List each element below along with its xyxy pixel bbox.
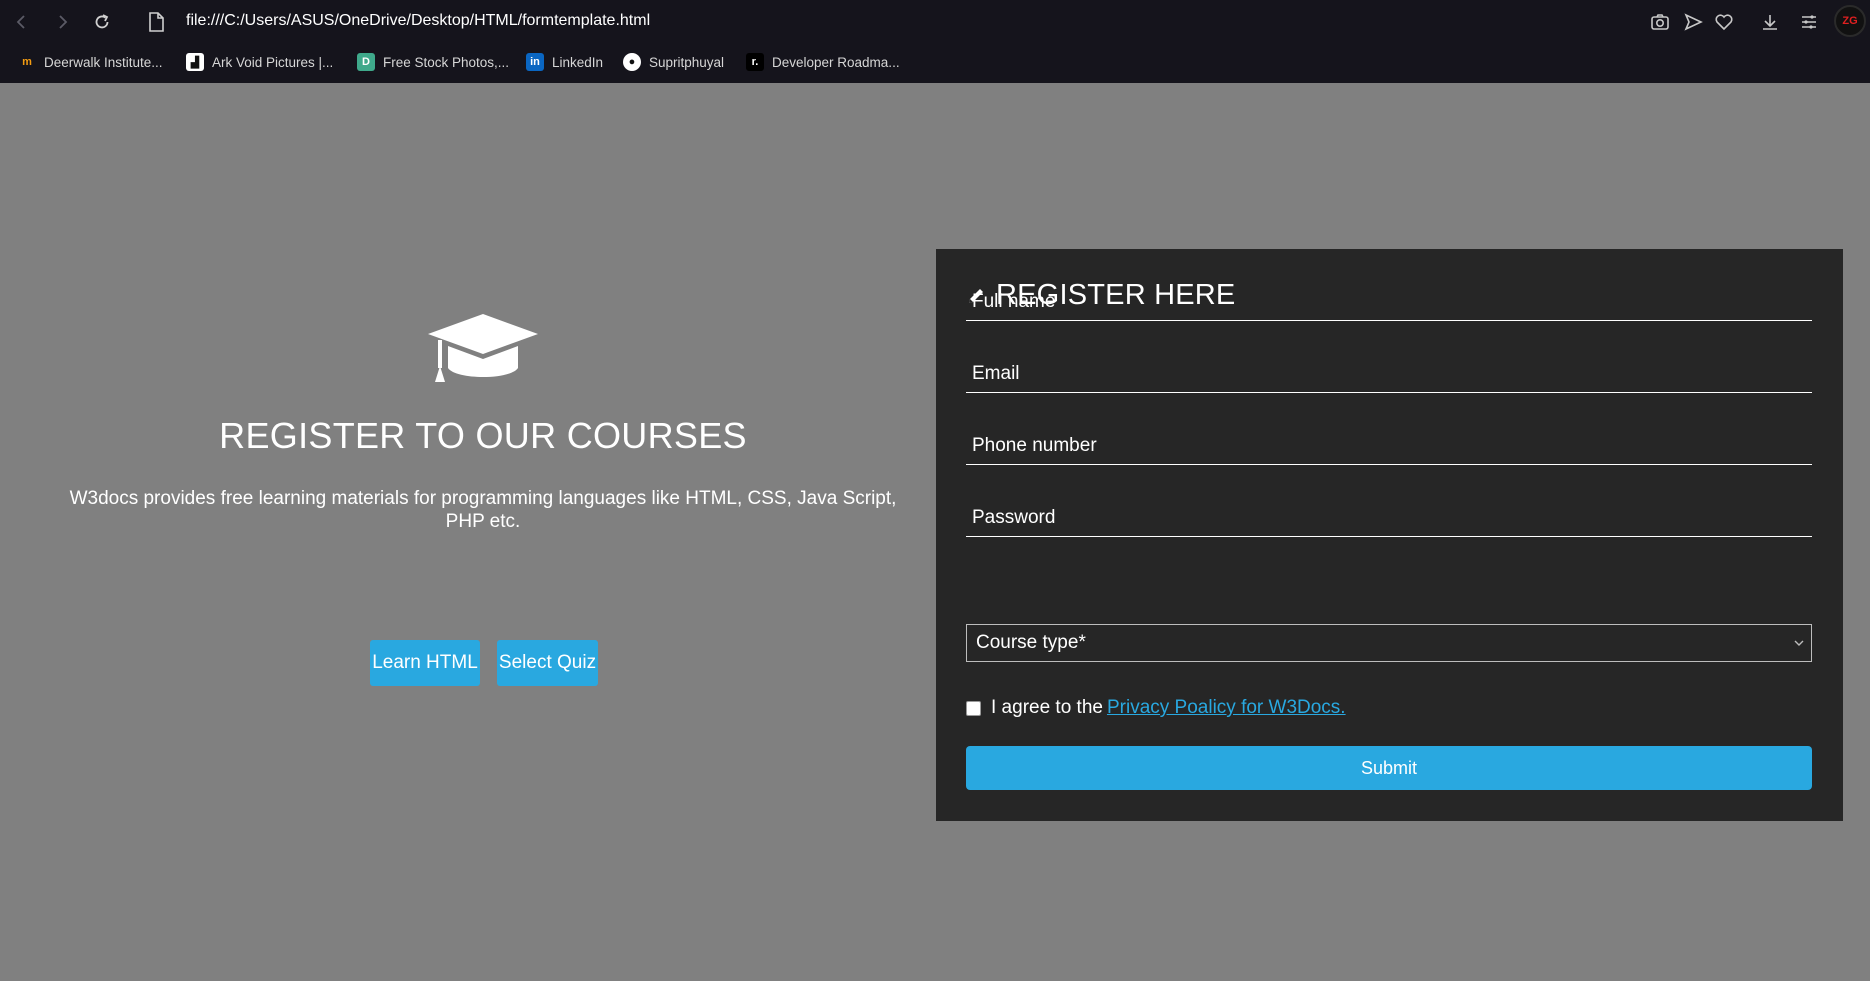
submit-button[interactable]: Submit [966,746,1812,790]
send-button[interactable] [1681,10,1705,34]
browser-navbar: file:///C:/Users/ASUS/OneDrive/Desktop/H… [0,0,1870,44]
bookmark-label: Supritphuyal [649,54,725,70]
deerwalk-icon: m [22,56,32,68]
settings-menu-icon [1802,15,1816,29]
email-input[interactable] [966,355,1812,392]
heart-icon [1715,14,1733,31]
agree-text: I agree to the [991,697,1103,718]
send-icon [1684,13,1703,31]
learn-html-button[interactable]: Learn HTML [370,640,480,686]
bookmark-item[interactable]: D Free Stock Photos,... [357,50,509,74]
chevron-down-icon [1794,640,1804,646]
page-file-icon [146,11,166,33]
phone-input[interactable] [966,427,1812,464]
bookmark-item[interactable]: ● Supritphuyal [623,50,724,74]
back-arrow-icon [16,15,25,29]
course-type-select[interactable]: Course type* [966,624,1812,662]
arkvoid-icon: ▟ [186,53,204,71]
select-quiz-button[interactable]: Select Quiz [497,640,598,686]
download-icon [1763,15,1777,30]
bookmark-item[interactable]: in LinkedIn [526,50,603,74]
browser-chrome: file:///C:/Users/ASUS/OneDrive/Desktop/H… [0,0,1870,83]
register-panel: REGISTER HERE Course type* I agree to th… [936,249,1843,821]
agree-checkbox[interactable] [966,700,981,716]
bookmark-item[interactable]: ▟ Ark Void Pictures |... [186,50,333,74]
password-field [966,499,1812,537]
phone-field [966,427,1812,465]
reload-icon [95,14,109,29]
bookmark-item[interactable]: r. Developer Roadma... [746,50,900,74]
bookmark-label: Ark Void Pictures |... [212,54,334,70]
fullname-field [966,283,1812,321]
agree-row: I agree to the Privacy Poalicy for W3Docs… [966,697,1346,719]
camera-icon [1651,14,1669,30]
bookmark-label: LinkedIn [552,54,604,70]
screenshot-button[interactable] [1648,10,1672,34]
menu-button[interactable] [1797,10,1821,34]
back-button[interactable] [10,10,34,34]
reload-button[interactable] [90,10,114,34]
roadmap-icon: r. [746,53,764,71]
forward-arrow-icon [59,15,68,29]
course-type-value: Course type* [976,632,1086,653]
github-icon: ● [623,53,641,71]
hero-description: W3docs provides free learning materials … [69,488,897,532]
privacy-policy-link[interactable]: Privacy Poalicy for W3Docs. [1107,697,1346,719]
password-input[interactable] [966,499,1812,536]
bookmarks-bar: m Deerwalk Institute... ▟ Ark Void Pictu… [0,48,1870,76]
hero-title: REGISTER TO OUR COURSES [219,415,747,456]
bookmark-label: Deerwalk Institute... [44,54,163,70]
fullname-input[interactable] [966,283,1812,320]
bookmark-label: Free Stock Photos,... [383,54,510,70]
bookmark-label: Developer Roadma... [772,54,900,70]
bookmark-item[interactable]: m Deerwalk Institute... [18,50,163,74]
email-field [966,355,1812,393]
graduation-cap-icon [428,314,538,382]
linkedin-icon: in [526,53,544,71]
favorites-button[interactable] [1712,10,1736,34]
profile-avatar[interactable]: ZG [1834,5,1866,37]
forward-button[interactable] [50,10,74,34]
downloads-button[interactable] [1758,10,1782,34]
stock-photos-icon: D [357,53,375,71]
address-bar[interactable]: file:///C:/Users/ASUS/OneDrive/Desktop/H… [186,12,650,30]
